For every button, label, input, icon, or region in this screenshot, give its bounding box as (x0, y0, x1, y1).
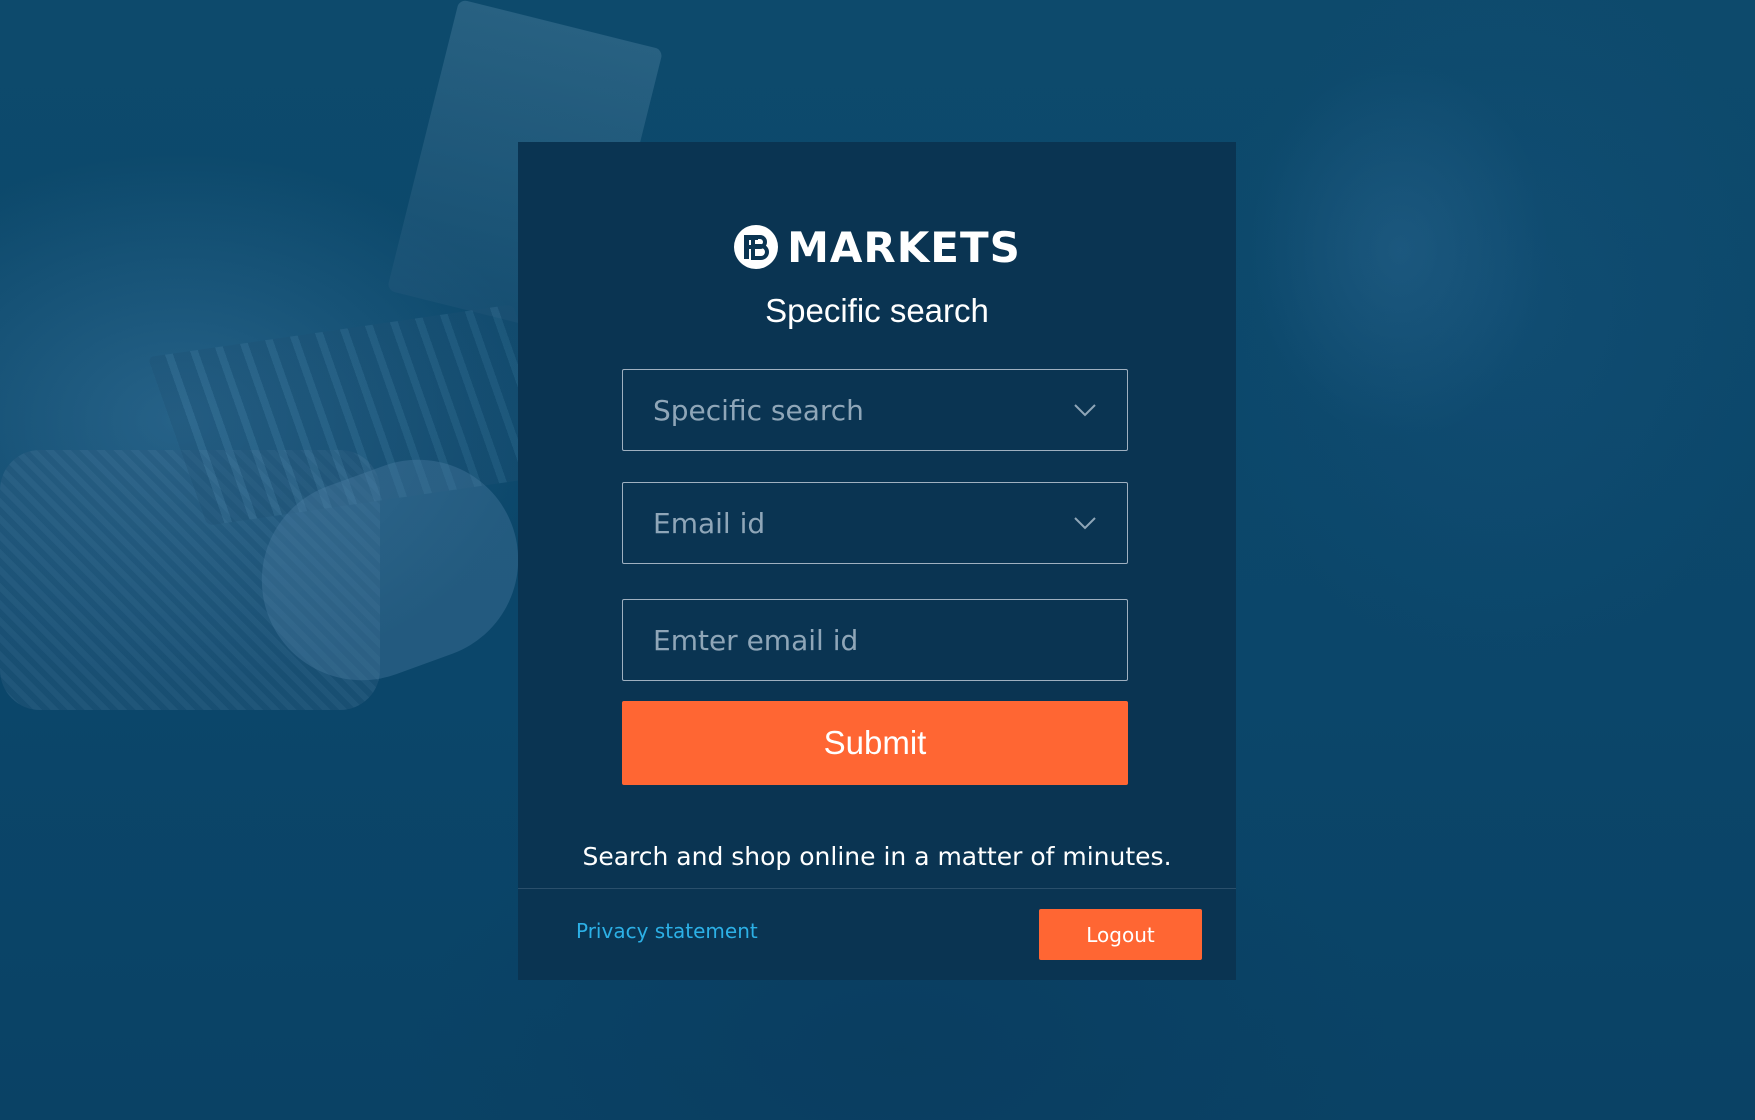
search-card: MARKETS Specific search Specific search … (518, 142, 1236, 980)
chevron-down-icon (1074, 404, 1096, 417)
email-type-select[interactable]: Email id (622, 482, 1128, 564)
fb-circle-logo-icon (734, 225, 779, 269)
page-title: Specific search (765, 292, 989, 329)
logout-button[interactable]: Logout (1039, 909, 1202, 960)
brand-logo: MARKETS (518, 220, 1236, 274)
email-input-wrapper (622, 599, 1128, 681)
tagline: Search and shop online in a matter of mi… (582, 842, 1172, 871)
search-type-select[interactable]: Specific search (622, 369, 1128, 451)
background-plant-shape (1250, 60, 1550, 440)
submit-button[interactable]: Submit (622, 701, 1128, 785)
privacy-statement-link[interactable]: Privacy statement (576, 919, 758, 943)
brand-name: MARKETS (787, 222, 1021, 272)
page: MARKETS Specific search Specific search … (0, 0, 1755, 1120)
search-type-value: Specific search (653, 393, 864, 427)
card-footer: Privacy statement Logout (518, 888, 1236, 980)
chevron-down-icon (1074, 517, 1096, 530)
email-type-value: Email id (653, 506, 766, 540)
email-input[interactable] (653, 623, 1097, 657)
